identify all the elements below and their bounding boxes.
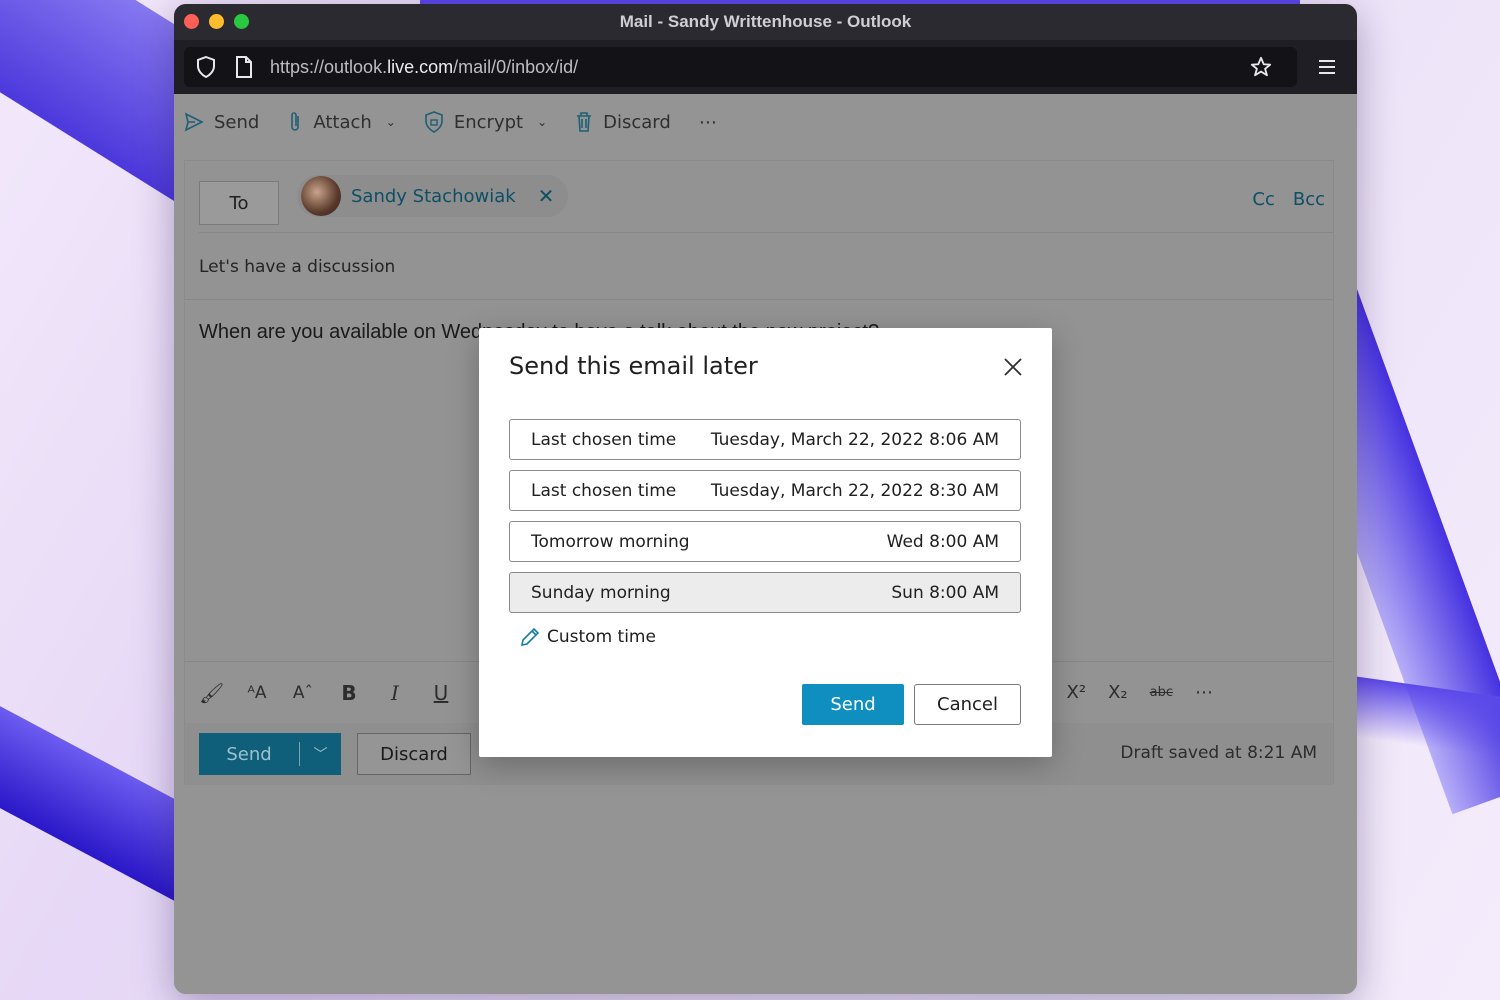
recipient-row: To Sandy Stachowiak ✕ Cc Bcc [199,175,1333,233]
chevron-down-icon[interactable]: ⌄ [537,115,547,129]
draft-status: Draft saved at 8:21 AM [1120,743,1317,763]
formatting-toolbar-right: X² X₂ abc ⋯ [1067,661,1213,723]
schedule-option-last-chosen-2[interactable]: Last chosen time Tuesday, March 22, 2022… [509,470,1021,511]
title-bar: Mail - Sandy Writtenhouse - Outlook [174,4,1357,40]
schedule-option-sunday-morning[interactable]: Sunday morning Sun 8:00 AM [509,572,1021,613]
trash-icon [577,112,592,132]
grow-font-icon[interactable]: Aˆ [291,683,315,703]
format-painter-icon[interactable]: 🖌 [199,681,224,705]
dialog-title: Send this email later [509,352,758,380]
window-title: Mail - Sandy Writtenhouse - Outlook [619,12,912,31]
attach-command[interactable]: Attach ⌄ [287,111,396,133]
send-command[interactable]: Send [184,112,259,133]
pencil-icon [520,627,540,647]
dialog-send-button[interactable]: Send [802,684,904,725]
cc-link[interactable]: Cc [1252,189,1274,210]
hamburger-menu-icon[interactable] [1307,47,1347,87]
option-time: Tuesday, March 22, 2022 8:30 AM [710,480,999,501]
option-time: Tuesday, March 22, 2022 8:06 AM [710,429,999,450]
url-host: live.com [387,56,454,77]
send-button-label: Send [226,743,272,765]
close-window-button[interactable] [184,14,199,29]
browser-navbar: https://outlook. live.com/mail/0/inbox/id… [174,40,1357,94]
recipient-name: Sandy Stachowiak [351,185,516,207]
subscript-icon[interactable]: X₂ [1108,682,1128,703]
dialog-cancel-button[interactable]: Cancel [914,684,1021,725]
remove-recipient-icon[interactable]: ✕ [538,184,555,208]
url-prefix: https://outlook. [270,56,388,77]
minimize-window-button[interactable] [209,14,224,29]
option-name: Last chosen time [531,429,677,450]
encrypt-shield-icon [425,111,443,133]
subject-field[interactable]: Let's have a discussion [199,257,395,277]
custom-time-link[interactable]: Custom time [519,626,656,648]
recipient-chip[interactable]: Sandy Stachowiak ✕ [297,175,569,217]
option-name: Sunday morning [531,582,671,603]
send-command-label: Send [214,111,260,133]
more-command-label: ⋯ [698,111,717,133]
star-icon[interactable] [1249,55,1273,79]
discard-command-label: Discard [603,111,671,133]
encrypt-command-label: Encrypt [453,111,524,133]
underline-icon[interactable]: U [429,681,453,705]
url-bar[interactable]: https://outlook. live.com/mail/0/inbox/id… [184,47,1297,87]
discard-button[interactable]: Discard [357,733,471,775]
option-time: Wed 8:00 AM [886,531,999,552]
chevron-down-icon[interactable]: ⌄ [386,115,396,129]
custom-time-label: Custom time [547,627,656,647]
send-later-dialog: Send this email later Last chosen time T… [479,328,1052,757]
send-icon [184,112,204,132]
page-icon [232,55,256,79]
discard-command[interactable]: Discard [575,111,671,133]
zoom-window-button[interactable] [234,14,249,29]
attach-command-label: Attach [313,111,372,133]
shield-icon[interactable] [194,55,218,79]
more-options-icon[interactable]: ⋯ [699,112,717,133]
schedule-option-tomorrow-morning[interactable]: Tomorrow morning Wed 8:00 AM [509,521,1021,562]
bold-icon[interactable]: B [337,681,361,705]
font-size-icon[interactable]: ᴬA [245,683,269,703]
encrypt-command[interactable]: Encrypt ⌄ [424,111,547,133]
cc-bcc-links: Cc Bcc [1252,189,1325,210]
superscript-icon[interactable]: X² [1067,682,1087,703]
more-formatting-icon[interactable]: ⋯ [1195,682,1213,703]
avatar [301,176,341,216]
option-name: Tomorrow morning [531,531,690,552]
italic-icon[interactable]: I [383,681,407,705]
command-bar: Send Attach ⌄ Encrypt ⌄ Discard ⋯ [174,94,1357,150]
schedule-option-last-chosen-1[interactable]: Last chosen time Tuesday, March 22, 2022… [509,419,1021,460]
to-button[interactable]: To [199,181,279,225]
paperclip-icon [291,112,300,131]
url-path: /mail/0/inbox/id/ [453,56,579,77]
chevron-down-icon[interactable]: ﹀ [300,744,341,764]
close-icon[interactable] [1002,356,1024,378]
send-split-button[interactable]: Send ﹀ [199,733,341,775]
option-name: Last chosen time [531,480,677,501]
option-time: Sun 8:00 AM [891,582,999,603]
bcc-link[interactable]: Bcc [1293,189,1325,210]
strikethrough-icon[interactable]: abc [1150,685,1173,700]
